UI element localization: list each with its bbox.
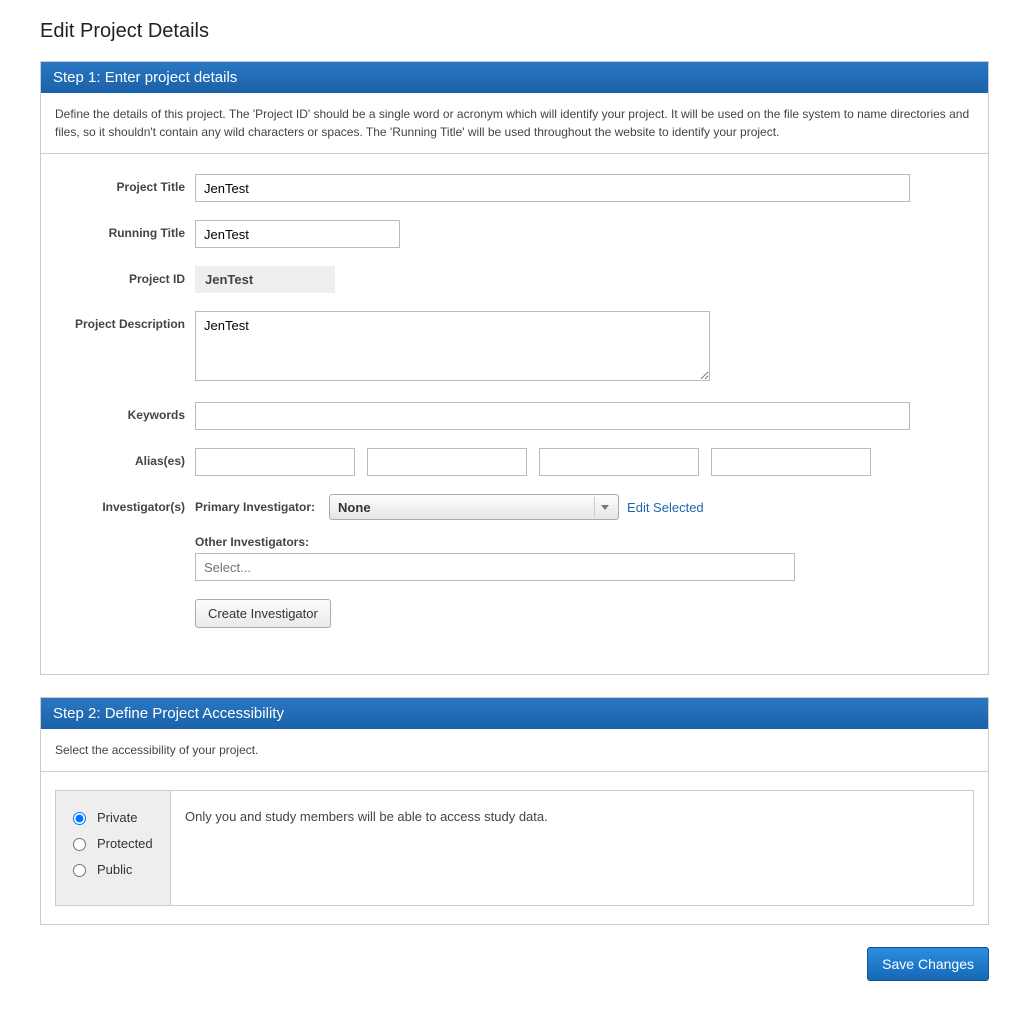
label-investigators: Investigator(s) — [55, 494, 195, 514]
step2-description: Select the accessibility of your project… — [41, 729, 988, 772]
footer-actions: Save Changes — [40, 947, 989, 981]
label-keywords: Keywords — [55, 402, 195, 422]
accessibility-options: Private Protected Public — [56, 791, 171, 905]
edit-selected-link[interactable]: Edit Selected — [627, 500, 704, 515]
accessibility-description: Only you and study members will be able … — [171, 791, 973, 905]
save-changes-button[interactable]: Save Changes — [867, 947, 989, 981]
label-other-investigators: Other Investigators: — [195, 535, 309, 549]
radio-protected-input[interactable] — [73, 838, 86, 851]
label-project-id: Project ID — [55, 266, 195, 286]
radio-public-label: Public — [97, 862, 132, 877]
step2-body: Private Protected Public Only you and st… — [41, 772, 988, 924]
radio-public[interactable]: Public — [68, 861, 158, 877]
other-investigators-input[interactable] — [195, 553, 795, 581]
accessibility-group: Private Protected Public Only you and st… — [55, 790, 974, 906]
radio-protected[interactable]: Protected — [68, 835, 158, 851]
page-title: Edit Project Details — [40, 20, 989, 43]
radio-private-input[interactable] — [73, 812, 86, 825]
label-running-title: Running Title — [55, 220, 195, 240]
alias-input-4[interactable] — [711, 448, 871, 476]
keywords-input[interactable] — [195, 402, 910, 430]
step2-header: Step 2: Define Project Accessibility — [41, 698, 988, 729]
radio-private[interactable]: Private — [68, 809, 158, 825]
alias-input-1[interactable] — [195, 448, 355, 476]
radio-public-input[interactable] — [73, 864, 86, 877]
label-primary-investigator: Primary Investigator: — [195, 500, 315, 514]
project-title-input[interactable] — [195, 174, 910, 202]
step1-body: Project Title Running Title Project ID J… — [41, 154, 988, 674]
label-project-title: Project Title — [55, 174, 195, 194]
step1-panel: Step 1: Enter project details Define the… — [40, 61, 989, 675]
create-investigator-button[interactable]: Create Investigator — [195, 599, 331, 628]
running-title-input[interactable] — [195, 220, 400, 248]
chevron-down-icon — [594, 497, 614, 517]
step1-description: Define the details of this project. The … — [41, 93, 988, 154]
project-description-input[interactable]: JenTest — [195, 311, 710, 381]
project-id-value: JenTest — [195, 266, 335, 293]
alias-input-2[interactable] — [367, 448, 527, 476]
primary-investigator-select[interactable]: None — [329, 494, 619, 520]
primary-investigator-selected: None — [338, 500, 371, 515]
radio-private-label: Private — [97, 810, 137, 825]
label-project-description: Project Description — [55, 311, 195, 331]
step1-header: Step 1: Enter project details — [41, 62, 988, 93]
step2-panel: Step 2: Define Project Accessibility Sel… — [40, 697, 989, 925]
label-aliases: Alias(es) — [55, 448, 195, 468]
radio-protected-label: Protected — [97, 836, 153, 851]
alias-input-3[interactable] — [539, 448, 699, 476]
